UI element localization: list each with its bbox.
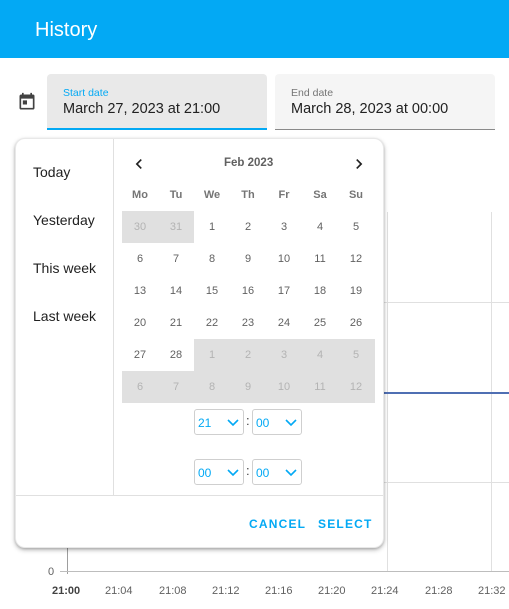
calendar-day[interactable]: 7 — [158, 243, 194, 275]
weekday-label: Sa — [313, 189, 327, 201]
range-last-week[interactable]: Last week — [33, 308, 96, 324]
calendar-day[interactable]: 19 — [338, 275, 374, 307]
calendar-icon[interactable] — [17, 92, 37, 112]
calendar-day[interactable]: 15 — [194, 275, 230, 307]
calendar-day-other-month[interactable]: 9 — [230, 371, 266, 403]
app-header: History — [0, 0, 509, 58]
x-tick-label: 21:00 — [52, 585, 81, 597]
weekday-label: Mo — [132, 189, 148, 201]
calendar-day[interactable]: 21 — [158, 307, 194, 339]
range-yesterday[interactable]: Yesterday — [33, 212, 95, 228]
chevron-down-icon — [285, 419, 297, 427]
calendar-day[interactable]: 17 — [266, 275, 302, 307]
chevron-down-icon — [227, 469, 239, 477]
calendar-day[interactable]: 26 — [338, 307, 374, 339]
month-title: Feb 2023 — [224, 157, 274, 169]
x-tick-label: 21:28 — [425, 585, 453, 597]
end-hour-select[interactable]: 00 — [194, 459, 244, 485]
time-separator: : — [246, 463, 250, 478]
calendar-day-other-month[interactable]: 31 — [158, 211, 194, 243]
calendar-day-other-month[interactable]: 4 — [302, 339, 338, 371]
start-minute-value: 00 — [256, 416, 270, 430]
end-minute-select[interactable]: 00 — [252, 459, 302, 485]
calendar-day-other-month[interactable]: 8 — [194, 371, 230, 403]
calendar-day-other-month[interactable]: 2 — [230, 339, 266, 371]
chevron-right-icon[interactable] — [349, 154, 369, 174]
calendar-day[interactable]: 12 — [338, 243, 374, 275]
x-axis — [60, 571, 509, 572]
footer-divider — [16, 495, 383, 496]
end-date-label: End date — [291, 87, 334, 99]
x-tick-label: 21:12 — [212, 585, 240, 597]
calendar-day[interactable]: 28 — [158, 339, 194, 371]
calendar-day[interactable]: 22 — [194, 307, 230, 339]
calendar-day[interactable]: 25 — [302, 307, 338, 339]
cancel-button[interactable]: CANCEL — [249, 517, 306, 531]
calendar-day[interactable]: 4 — [302, 211, 338, 243]
calendar-day[interactable]: 5 — [338, 211, 374, 243]
weekday-label: Fr — [278, 189, 290, 201]
calendar-day[interactable]: 3 — [266, 211, 302, 243]
calendar-day-other-month[interactable]: 5 — [338, 339, 374, 371]
calendar-day[interactable]: 20 — [122, 307, 158, 339]
calendar-day[interactable]: 2 — [230, 211, 266, 243]
x-tick-label: 21:20 — [318, 585, 346, 597]
calendar-day[interactable]: 18 — [302, 275, 338, 307]
select-button[interactable]: SELECT — [318, 517, 373, 531]
range-today[interactable]: Today — [33, 164, 70, 180]
calendar-day-other-month[interactable]: 11 — [302, 371, 338, 403]
calendar-day[interactable]: 11 — [302, 243, 338, 275]
start-hour-value: 21 — [198, 416, 212, 430]
quick-ranges: Today Yesterday This week Last week — [16, 139, 114, 495]
chevron-down-icon — [285, 469, 297, 477]
x-tick-label: 21:16 — [265, 585, 293, 597]
calendar-day-other-month[interactable]: 3 — [266, 339, 302, 371]
calendar-day[interactable]: 6 — [122, 243, 158, 275]
start-minute-select[interactable]: 00 — [252, 409, 302, 435]
weekday-label: Su — [348, 189, 364, 201]
end-date-value: March 28, 2023 at 00:00 — [291, 101, 449, 117]
weekday-label: We — [203, 189, 221, 201]
end-hour-value: 00 — [198, 466, 212, 480]
calendar-day-other-month[interactable]: 30 — [122, 211, 158, 243]
calendar-day[interactable]: 14 — [158, 275, 194, 307]
page-title: History — [35, 19, 98, 41]
start-date-value: March 27, 2023 at 21:00 — [63, 101, 221, 117]
start-date-field[interactable]: Start date March 27, 2023 at 21:00 — [47, 74, 267, 130]
date-range-picker: Today Yesterday This week Last week Feb … — [15, 138, 384, 548]
start-hour-select[interactable]: 21 — [194, 409, 244, 435]
calendar-day[interactable]: 24 — [266, 307, 302, 339]
calendar-day[interactable]: 8 — [194, 243, 230, 275]
range-this-week[interactable]: This week — [33, 260, 96, 276]
end-minute-value: 00 — [256, 466, 270, 480]
calendar-day-other-month[interactable]: 6 — [122, 371, 158, 403]
calendar-day-other-month[interactable]: 10 — [266, 371, 302, 403]
calendar-day[interactable]: 1 — [194, 211, 230, 243]
x-tick-label: 21:24 — [371, 585, 399, 597]
x-tick-label: 21:32 — [478, 585, 506, 597]
calendar-day[interactable]: 13 — [122, 275, 158, 307]
time-separator: : — [246, 413, 250, 428]
x-tick-label: 21:08 — [159, 585, 187, 597]
calendar-day[interactable]: 27 — [122, 339, 158, 371]
x-tick-label: 21:04 — [105, 585, 133, 597]
calendar-day[interactable]: 23 — [230, 307, 266, 339]
chevron-down-icon — [227, 419, 239, 427]
calendar-day-other-month[interactable]: 12 — [338, 371, 374, 403]
calendar-day[interactable]: 9 — [230, 243, 266, 275]
weekday-label: Th — [241, 189, 255, 201]
start-date-label: Start date — [63, 87, 109, 99]
calendar-day-other-month[interactable]: 1 — [194, 339, 230, 371]
y-tick-label: 0 — [48, 566, 55, 578]
calendar-day-other-month[interactable]: 7 — [158, 371, 194, 403]
series-line — [380, 392, 509, 394]
weekday-label: Tu — [169, 189, 183, 201]
calendar-day[interactable]: 16 — [230, 275, 266, 307]
calendar-day[interactable]: 10 — [266, 243, 302, 275]
chevron-left-icon[interactable] — [129, 154, 149, 174]
end-date-field[interactable]: End date March 28, 2023 at 00:00 — [275, 74, 495, 130]
